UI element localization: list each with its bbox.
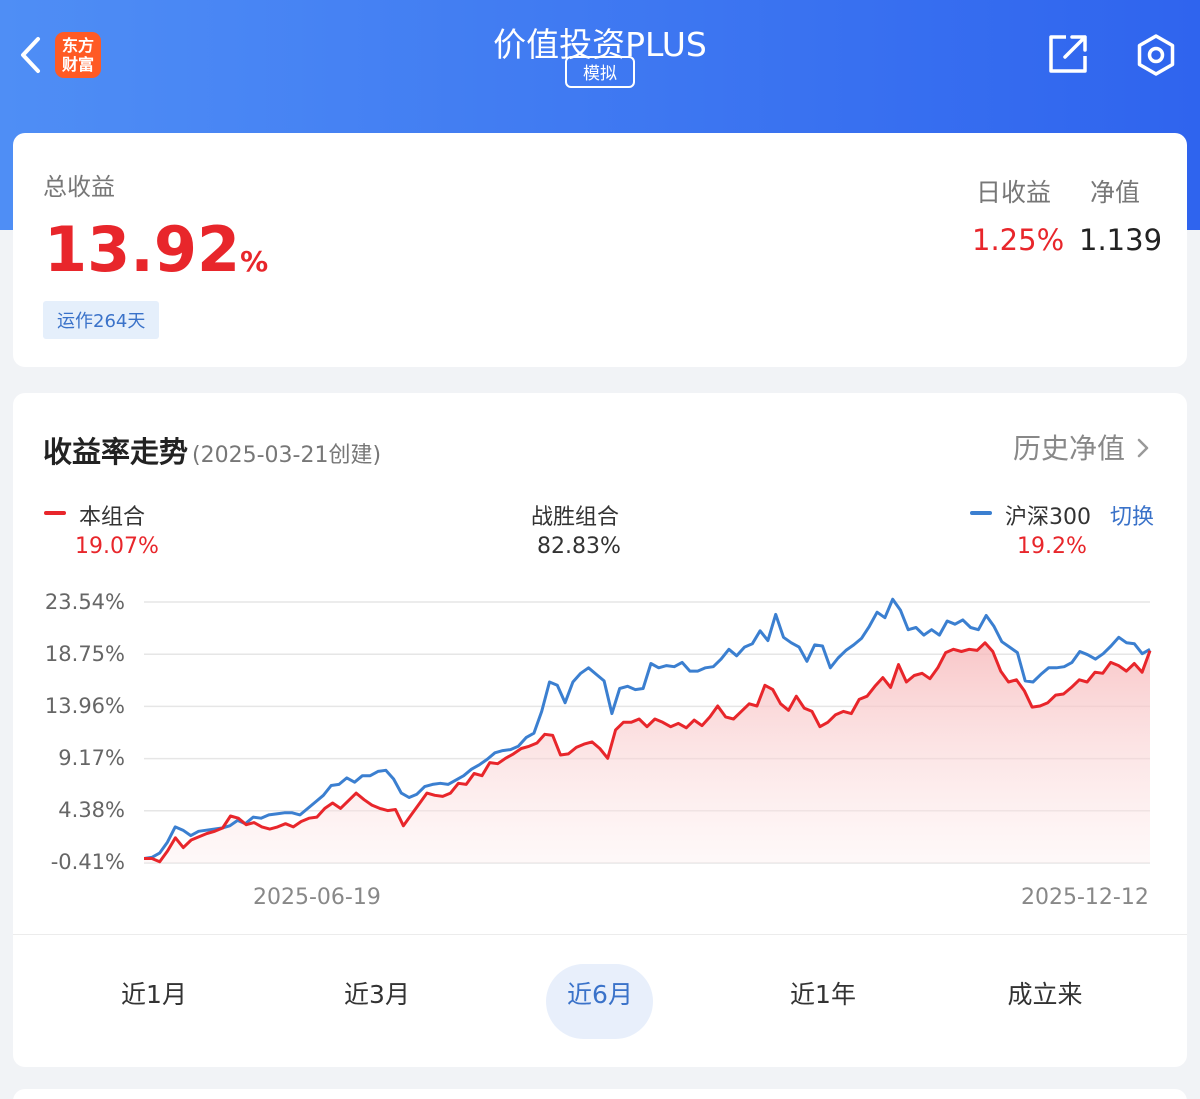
divider [13,934,1187,935]
portfolio-legend-marker [44,511,66,515]
beat-ratio-label: 战胜组合 [531,505,620,530]
portfolio-return-value: 19.07% [75,534,159,559]
nav-value: 1.139 [1079,223,1163,257]
daily-return-label: 日收益 [976,178,1052,207]
switch-benchmark-button[interactable]: 切换 [1110,499,1154,531]
y-tick-label: 23.54% [44,590,125,614]
x-tick-label: 2025-12-12 [1021,885,1149,910]
trend-card: 收益率走势 (2025-03-21创建) 历史净值 本组合 19.07% 战胜组合… [13,393,1187,1067]
chevron-right-icon [1137,438,1149,458]
y-tick-label: 4.38% [58,798,125,822]
settings-icon[interactable] [1133,32,1179,78]
next-card [13,1089,1187,1099]
simulation-badge: 模拟 [565,56,635,88]
period-tab-since-inception[interactable]: 成立来 [985,975,1105,1011]
share-icon[interactable] [1046,32,1090,76]
y-tick-label: -0.41% [50,850,125,874]
portfolio-legend-label: 本组合 [79,505,146,530]
y-tick-label: 18.75% [44,642,125,666]
benchmark-legend-marker [970,511,992,515]
running-days-badge: 运作264天 [43,301,160,339]
beat-ratio-value: 82.83% [537,534,621,559]
x-tick-label: 2025-06-19 [253,885,381,910]
total-return-label: 总收益 [43,173,115,201]
nav-label: 净值 [1090,178,1141,207]
summary-card: 总收益 13.92% 运作264天 日收益 1.25% 净值 1.139 [13,133,1187,367]
y-tick-label: 13.96% [44,694,125,718]
period-tab-3m[interactable]: 近3月 [317,975,437,1011]
return-trend-chart[interactable] [144,589,1154,879]
y-tick-label: 9.17% [58,746,125,770]
benchmark-return-value: 19.2% [1017,534,1087,559]
created-date: (2025-03-21创建) [192,443,382,468]
trend-title: 收益率走势 (2025-03-21创建) [43,435,382,469]
total-return-value: 13.92% [44,213,269,286]
benchmark-legend-label: 沪深300 [1005,505,1091,530]
daily-return-value: 1.25% [972,223,1065,257]
period-tab-1m[interactable]: 近1月 [94,975,214,1011]
period-tab-1y[interactable]: 近1年 [763,975,883,1011]
history-nav-link[interactable]: 历史净值 [1013,427,1151,467]
period-tab-6m[interactable]: 近6月 [540,975,660,1011]
